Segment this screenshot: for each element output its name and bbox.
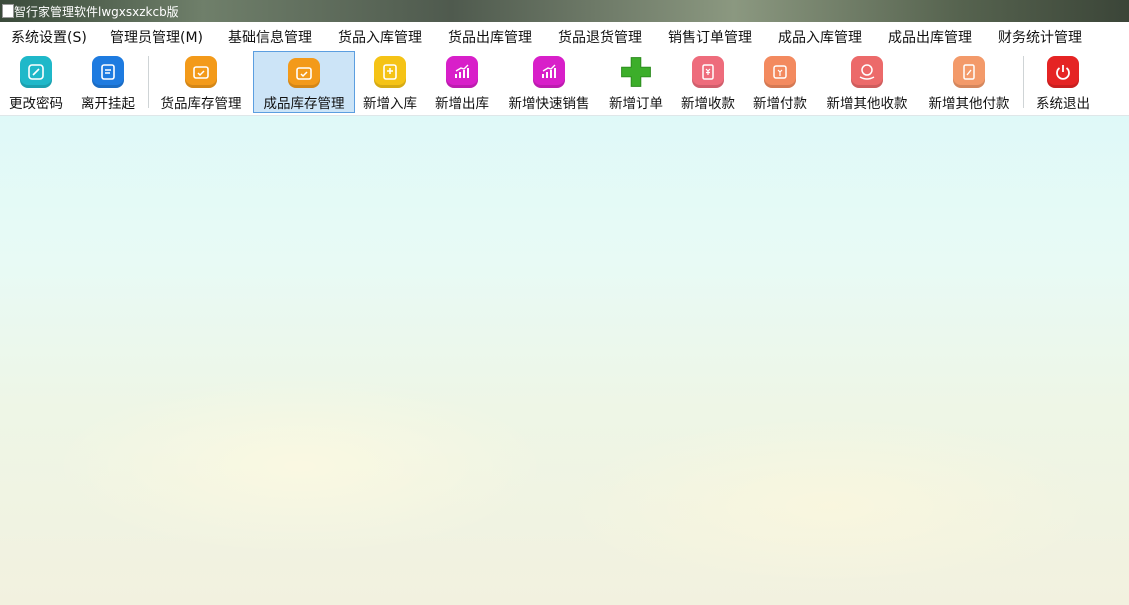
- menu-sales-order[interactable]: 销售订单管理: [668, 27, 752, 47]
- menu-finance-stats[interactable]: 财务统计管理: [998, 27, 1082, 47]
- add-receipt-button[interactable]: 新增收款: [676, 50, 740, 112]
- change-password-button[interactable]: 更改密码: [4, 50, 68, 112]
- leave-suspend-button[interactable]: 离开挂起: [76, 50, 140, 112]
- workspace-background: [0, 116, 1129, 605]
- window-title: 智行家管理软件lwgxsxzkcb版: [14, 5, 179, 19]
- menu-goods-outbound[interactable]: 货品出库管理: [448, 27, 532, 47]
- document-icon: [92, 56, 124, 88]
- add-order-label: 新增订单: [609, 96, 663, 112]
- menu-basic-info[interactable]: 基础信息管理: [228, 27, 312, 47]
- product-inventory-label: 成品库存管理: [263, 96, 345, 112]
- menu-product-inbound[interactable]: 成品入库管理: [778, 27, 862, 47]
- menu-goods-return[interactable]: 货品退货管理: [558, 27, 642, 47]
- toolbar-separator: [1023, 56, 1024, 108]
- product-inventory-button[interactable]: 成品库存管理: [253, 51, 355, 113]
- goods-inventory-button[interactable]: 货品库存管理: [154, 50, 248, 112]
- add-outbound-label: 新增出库: [435, 96, 489, 112]
- toolbar: 更改密码 离开挂起 货品库存管理 成品库存管理 新增入库 新增出库 新增快速销售…: [0, 50, 1129, 116]
- background-cloud: [560, 416, 1100, 596]
- power-icon: [1047, 56, 1079, 88]
- add-document-icon: [374, 56, 406, 88]
- inventory-box-icon: [288, 58, 320, 88]
- add-quick-sale-label: 新增快速销售: [508, 96, 590, 112]
- money-hand-icon: [851, 56, 883, 88]
- growth-chart-icon: [446, 56, 478, 88]
- menu-goods-inbound[interactable]: 货品入库管理: [338, 27, 422, 47]
- menu-system-settings[interactable]: 系统设置(S): [11, 27, 87, 47]
- edit-icon: [20, 56, 52, 88]
- add-other-receipt-label: 新增其他收款: [826, 96, 908, 112]
- toolbar-separator: [148, 56, 149, 108]
- add-other-payment-label: 新增其他付款: [928, 96, 1010, 112]
- add-order-button[interactable]: 新增订单: [604, 50, 668, 112]
- add-inbound-label: 新增入库: [363, 96, 417, 112]
- goods-inventory-label: 货品库存管理: [160, 96, 242, 112]
- add-other-payment-button[interactable]: 新增其他付款: [922, 50, 1016, 112]
- leave-suspend-label: 离开挂起: [81, 96, 135, 112]
- plus-icon: [620, 56, 652, 88]
- add-other-receipt-button[interactable]: 新增其他收款: [820, 50, 914, 112]
- pay-document-icon: [953, 56, 985, 88]
- add-inbound-button[interactable]: 新增入库: [358, 50, 422, 112]
- receipt-icon: [692, 56, 724, 88]
- system-exit-button[interactable]: 系统退出: [1031, 50, 1095, 112]
- app-icon: [2, 4, 14, 18]
- add-receipt-label: 新增收款: [681, 96, 735, 112]
- menu-bar: 系统设置(S) 管理员管理(M) 基础信息管理 货品入库管理 货品出库管理 货品…: [0, 22, 1129, 51]
- background-cloud: [50, 376, 550, 556]
- change-password-label: 更改密码: [9, 96, 63, 112]
- title-bar: 智行家管理软件lwgxsxzkcb版: [0, 0, 1129, 22]
- add-payment-label: 新增付款: [753, 96, 807, 112]
- add-outbound-button[interactable]: 新增出库: [430, 50, 494, 112]
- add-quick-sale-button[interactable]: 新增快速销售: [502, 50, 596, 112]
- menu-admin-management[interactable]: 管理员管理(M): [110, 27, 203, 47]
- add-payment-button[interactable]: 新增付款: [748, 50, 812, 112]
- payment-icon: [764, 56, 796, 88]
- system-exit-label: 系统退出: [1036, 96, 1090, 112]
- growth-chart-icon: [533, 56, 565, 88]
- menu-product-outbound[interactable]: 成品出库管理: [888, 27, 972, 47]
- inventory-box-icon: [185, 56, 217, 88]
